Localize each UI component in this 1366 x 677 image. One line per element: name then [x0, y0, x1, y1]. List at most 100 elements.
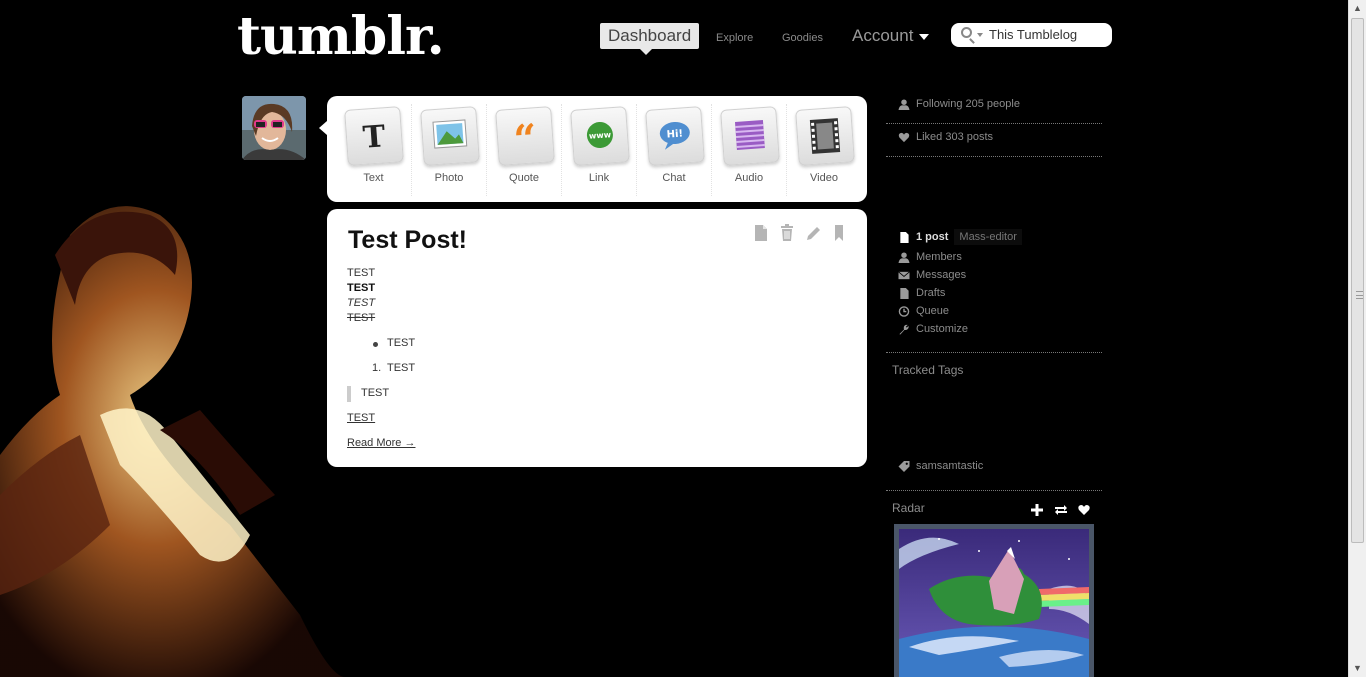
post-type-label: Chat	[662, 172, 686, 184]
read-more-link[interactable]: Read More →	[347, 436, 415, 451]
messages-label: Messages	[916, 269, 967, 281]
post-type-label: Link	[588, 172, 610, 184]
post-title: Test Post!	[348, 226, 467, 254]
nav-goodies-link[interactable]: Goodies	[782, 32, 823, 44]
list-item: TEST	[387, 362, 416, 374]
person-icon	[898, 99, 910, 110]
delete-icon[interactable]	[779, 224, 795, 242]
posts-count-link[interactable]: 1 post	[916, 231, 948, 243]
heart-icon	[898, 132, 910, 142]
post-type-text-button[interactable]: T Text	[336, 104, 411, 196]
radar-heading: Radar	[892, 501, 925, 515]
post-text-strikethrough: TEST	[347, 312, 376, 324]
list-item: TEST	[387, 337, 416, 349]
sidebar-divider	[886, 156, 1102, 157]
post-blockquote: TEST	[347, 386, 415, 411]
post-type-panel: T Text Photo “ Quote www Link Hi! Chat A…	[327, 96, 867, 202]
video-type-icon	[795, 106, 855, 166]
post-type-chat-button[interactable]: Hi! Chat	[636, 104, 711, 196]
reblog-icon[interactable]	[1054, 504, 1068, 516]
messages-link[interactable]: Messages	[898, 269, 966, 281]
svg-text:“: “	[512, 115, 538, 163]
post-text-plain: TEST	[347, 267, 376, 279]
scrollbar-grip	[1356, 291, 1363, 299]
post-type-link-button[interactable]: www Link	[561, 104, 636, 196]
customize-link[interactable]: Customize	[898, 323, 968, 335]
list-number: 1.	[372, 362, 382, 374]
members-link[interactable]: Members	[898, 251, 962, 263]
avatar-photo	[242, 96, 306, 160]
envelope-icon	[898, 271, 910, 279]
search-icon	[961, 27, 972, 38]
person-icon	[898, 252, 910, 263]
avatar-pointer	[319, 121, 327, 135]
mass-editor-link[interactable]: Mass-editor	[954, 229, 1022, 245]
heart-icon[interactable]	[1078, 504, 1090, 516]
audio-type-icon	[720, 106, 780, 166]
scroll-down-arrow-icon[interactable]: ▼	[1349, 660, 1366, 677]
nav-account-label: Account	[852, 26, 914, 45]
quote-type-icon: “	[495, 106, 555, 166]
nav-explore-link[interactable]: Explore	[716, 32, 753, 44]
bookmark-icon[interactable]	[831, 224, 847, 242]
document-icon	[900, 287, 909, 299]
radar-image[interactable]	[894, 524, 1094, 677]
following-link[interactable]: Following 205 people	[898, 98, 1020, 110]
post-type-label: Video	[810, 172, 838, 184]
queue-label: Queue	[916, 305, 950, 317]
post-text-italic: TEST	[347, 297, 376, 309]
post-type-label: Audio	[734, 172, 764, 184]
read-more-label: Read More →	[347, 437, 416, 449]
members-label: Members	[916, 251, 962, 263]
scroll-up-arrow-icon[interactable]: ▲	[1349, 0, 1366, 17]
post-text-bold: TEST	[347, 282, 376, 294]
radar-artwork	[899, 529, 1089, 677]
user-avatar[interactable]	[242, 96, 306, 160]
svg-text:Hi!: Hi!	[666, 128, 683, 140]
post-type-label: Quote	[509, 172, 539, 184]
search-box[interactable]: This Tumblelog	[951, 23, 1112, 47]
link-type-icon: www	[570, 106, 630, 166]
nav-dashboard-tab[interactable]: Dashboard	[600, 23, 700, 55]
sidebar-divider	[886, 490, 1102, 491]
search-scope-dropdown-icon[interactable]	[977, 33, 983, 37]
drafts-label: Drafts	[916, 287, 946, 299]
post-bullet-list: TEST	[347, 336, 415, 361]
document-icon	[900, 231, 909, 243]
post-type-label: Photo	[434, 172, 464, 184]
plus-icon[interactable]	[1031, 504, 1043, 516]
vertical-scrollbar[interactable]: ▲ ▼	[1348, 0, 1366, 677]
edit-pencil-icon[interactable]	[805, 224, 821, 242]
liked-label: Liked 303 posts	[916, 131, 994, 143]
sidebar-divider	[886, 352, 1102, 353]
liked-posts-link[interactable]: Liked 303 posts	[898, 131, 993, 143]
chat-type-icon: Hi!	[645, 106, 705, 166]
post-type-photo-button[interactable]: Photo	[411, 104, 486, 196]
post-type-video-button[interactable]: Video	[786, 104, 861, 196]
drafts-link[interactable]: Drafts	[898, 287, 945, 299]
post-type-audio-button[interactable]: Audio	[711, 104, 786, 196]
blockquote-text: TEST	[361, 387, 390, 399]
post-controls	[753, 224, 853, 244]
nav-account-menu[interactable]: Account	[852, 26, 930, 46]
tracked-tag-link[interactable]: samsamtastic	[898, 460, 983, 472]
svg-text:T: T	[362, 119, 387, 156]
text-type-icon: T	[344, 106, 404, 166]
tracked-tag-label: samsamtastic	[916, 460, 984, 472]
blockquote-bar	[347, 386, 351, 402]
scrollbar-thumb[interactable]	[1351, 18, 1364, 543]
tracked-tags-heading: Tracked Tags	[892, 363, 964, 377]
queue-link[interactable]: Queue	[898, 305, 949, 317]
background-portrait-art	[0, 195, 345, 677]
tumblr-logo[interactable]: tumblr.	[237, 6, 445, 67]
post-text-underlined: TEST	[347, 412, 376, 424]
post-card: Test Post! TEST TEST TEST TEST TEST 1. T…	[327, 209, 867, 467]
post-type-quote-button[interactable]: “ Quote	[486, 104, 561, 196]
post-body: TEST TEST TEST TEST TEST 1. TEST TEST TE…	[347, 266, 415, 451]
bullet-icon	[373, 342, 378, 347]
customize-label: Customize	[916, 323, 968, 335]
caret-down-icon	[919, 33, 930, 40]
view-post-icon[interactable]	[753, 224, 769, 242]
wrench-icon	[899, 324, 909, 335]
svg-text:www: www	[589, 130, 612, 141]
